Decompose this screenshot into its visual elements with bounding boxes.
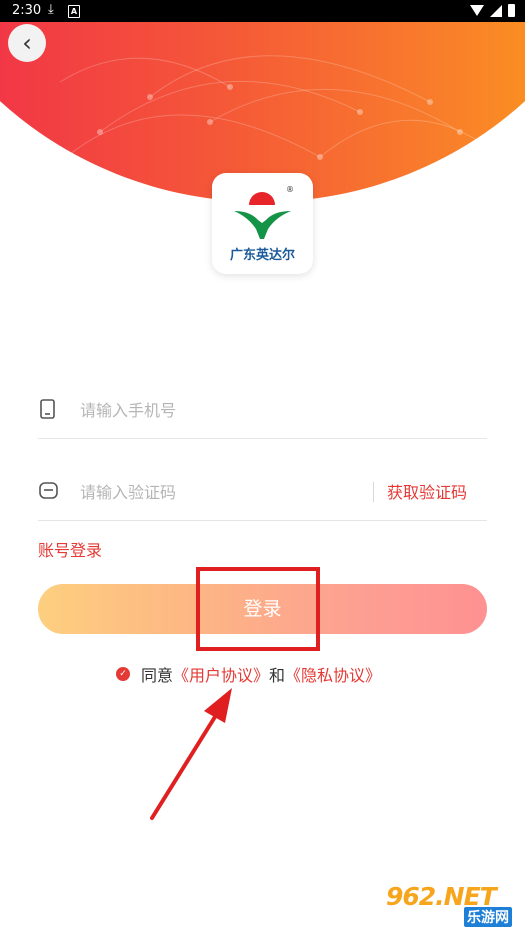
chevron-left-icon: ‹ <box>22 29 32 57</box>
watermark-sub: 乐游网 <box>464 907 512 927</box>
logo-text: 广东英达尔 <box>229 248 295 263</box>
watermark-logo: 962.NET 乐游网 <box>386 882 520 928</box>
app-logo: ® 广东英达尔 <box>212 173 313 274</box>
registered-mark: ® <box>286 185 294 194</box>
annotation-arrow <box>150 688 232 820</box>
back-button[interactable]: ‹ <box>8 24 46 62</box>
